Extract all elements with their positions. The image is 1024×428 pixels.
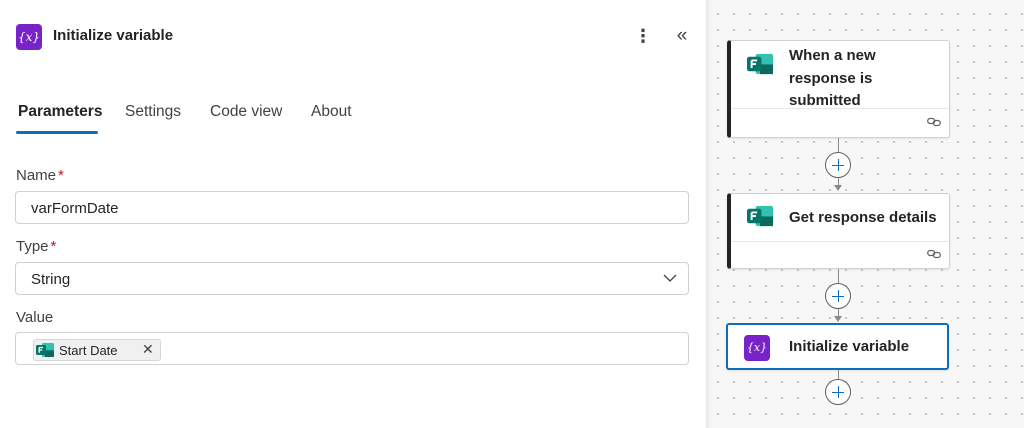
link-icon[interactable] [927, 249, 941, 259]
card-title: Get response details [789, 209, 937, 226]
type-select[interactable]: String [15, 262, 689, 295]
panel-title: Initialize variable [53, 27, 174, 44]
required-marker: * [58, 167, 64, 184]
card-title: Initialize variable [789, 338, 910, 355]
card-title: When a new response is submitted [789, 47, 876, 109]
value-field[interactable]: Start Date ✕ [15, 332, 689, 365]
close-icon[interactable]: ✕ [142, 341, 154, 358]
tab-settings[interactable]: Settings [125, 103, 181, 121]
type-label-text: Type [16, 238, 49, 255]
required-marker: * [50, 238, 57, 255]
forms-icon [747, 205, 773, 227]
tab-parameters[interactable]: Parameters [18, 103, 102, 121]
type-select-value: String [31, 271, 71, 288]
panel-divider [706, 0, 712, 428]
forms-icon [36, 343, 54, 357]
type-label: Type * [16, 238, 56, 255]
action-card[interactable]: Get response details [727, 193, 950, 269]
variable-icon: {x} [744, 335, 770, 361]
tab-list: Parameters Settings Code view About [16, 100, 696, 136]
card-footer [731, 241, 949, 268]
chevron-down-icon [663, 274, 677, 282]
variable-icon: {x} [16, 24, 42, 50]
more-vertical-icon[interactable]: ⋮ [634, 24, 652, 50]
name-label: Name * [16, 167, 64, 184]
dynamic-content-token[interactable]: Start Date ✕ [33, 339, 161, 361]
add-step-button[interactable] [825, 283, 851, 309]
properties-panel: {x} Initialize variable ⋮ « Parameters S… [0, 0, 706, 428]
add-step-button[interactable] [825, 379, 851, 405]
active-tab-indicator [16, 131, 98, 134]
name-field[interactable]: varFormDate [15, 191, 689, 224]
tab-code-view[interactable]: Code view [210, 103, 282, 121]
add-step-button[interactable] [825, 152, 851, 178]
tab-about[interactable]: About [311, 103, 352, 121]
panel-header: {x} Initialize variable ⋮ « [16, 24, 696, 50]
forms-icon [747, 53, 773, 75]
token-label: Start Date [59, 343, 118, 358]
arrow-head [834, 316, 842, 322]
link-icon[interactable] [927, 117, 941, 127]
arrow-head [834, 185, 842, 191]
trigger-card[interactable]: When a new response is submitted [727, 40, 950, 138]
name-label-text: Name [16, 167, 57, 184]
value-label: Value [16, 309, 54, 326]
double-chevron-left-icon[interactable]: « [672, 24, 692, 50]
name-field-value: varFormDate [31, 200, 119, 217]
initialize-variable-card[interactable]: {x} Initialize variable [726, 323, 949, 370]
card-footer [731, 108, 949, 137]
